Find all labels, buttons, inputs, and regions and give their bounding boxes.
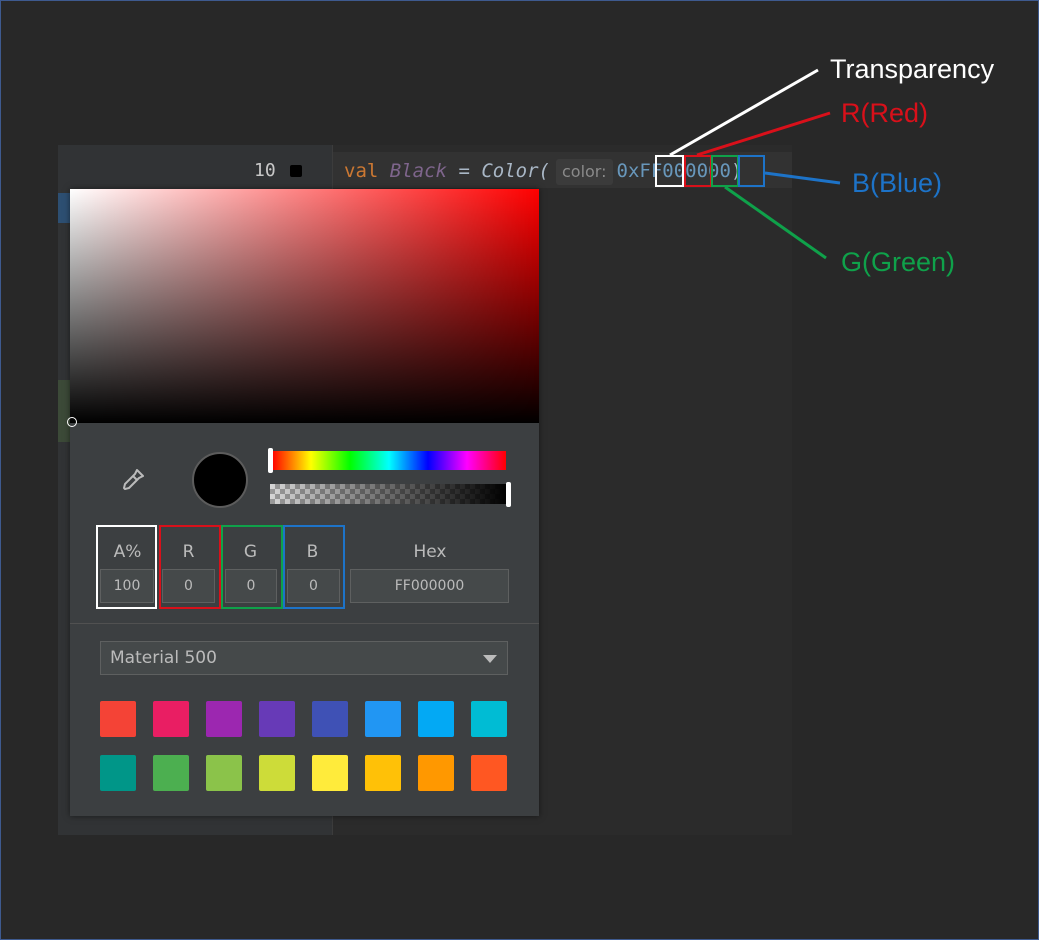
annotation-lines xyxy=(669,68,841,260)
green-annotation: G(Green) xyxy=(841,247,956,277)
transparency-pointer-line xyxy=(669,68,819,157)
transparency-annotation: Transparency xyxy=(830,54,995,84)
blue-pointer-line xyxy=(764,171,841,185)
red-pointer-line xyxy=(696,111,831,157)
green-pointer-line xyxy=(724,185,827,260)
blue-annotation: B(Blue) xyxy=(852,168,943,198)
red-annotation: R(Red) xyxy=(841,98,929,128)
